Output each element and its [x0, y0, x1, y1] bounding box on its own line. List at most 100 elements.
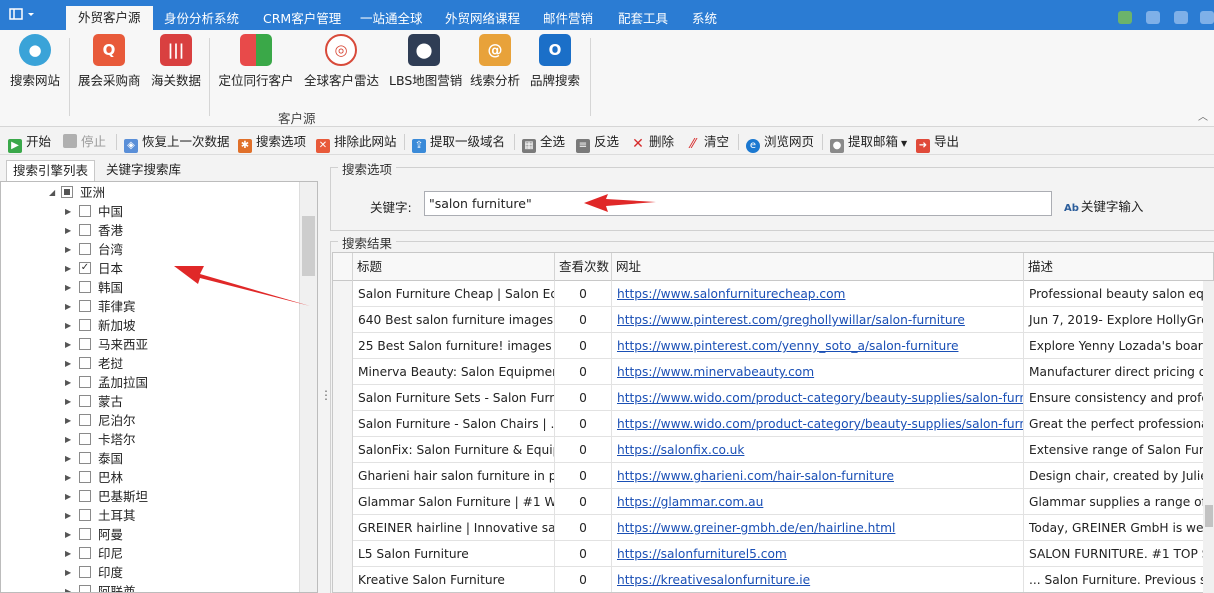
table-row[interactable]: Minerva Beauty: Salon Equipmen... 0 https:…: [333, 359, 1213, 385]
table-row[interactable]: Kreative Salon Furniture 0 https://kreativ…: [333, 567, 1213, 592]
tree-checkbox[interactable]: [79, 433, 91, 445]
row-indicator[interactable]: [333, 281, 353, 307]
table-row[interactable]: GREINER hairline | Innovative sal... 0 htt…: [333, 515, 1213, 541]
tree-node[interactable]: ▶ 巴基斯坦: [1, 487, 299, 506]
tree-checkbox[interactable]: [79, 452, 91, 464]
tree-node[interactable]: ▶ 阿曼: [1, 525, 299, 544]
start-button[interactable]: ▶ 开始: [8, 133, 51, 153]
table-row[interactable]: Salon Furniture Cheap | Salon Eq... 0 http…: [333, 281, 1213, 307]
cell-url[interactable]: https://www.wido.com/product-category/be…: [612, 411, 1024, 437]
tree-node[interactable]: ▶ 马来西亚: [1, 335, 299, 354]
row-indicator[interactable]: [333, 515, 353, 541]
expand-arrow-icon[interactable]: ▶: [65, 278, 71, 297]
tab-keyword-library[interactable]: 关键字搜索库: [100, 160, 187, 181]
tree-checkbox[interactable]: [79, 319, 91, 331]
tree-scrollbar-thumb[interactable]: [302, 216, 315, 276]
expand-arrow-icon[interactable]: ▶: [65, 449, 71, 468]
expand-arrow-icon[interactable]: ▶: [65, 335, 71, 354]
expand-arrow-icon[interactable]: ▶: [65, 297, 71, 316]
cell-url[interactable]: https://www.pinterest.com/yenny_soto_a/s…: [612, 333, 1024, 359]
tree-node[interactable]: ▶ 尼泊尔: [1, 411, 299, 430]
tree-node[interactable]: ▶ 孟加拉国: [1, 373, 299, 392]
tree-checkbox[interactable]: [79, 566, 91, 578]
tab-crm[interactable]: CRM客户管理: [251, 8, 353, 30]
brand-search-button[interactable]: O 品牌搜索: [530, 34, 580, 89]
row-indicator[interactable]: [333, 567, 353, 592]
tree-node[interactable]: ▶ 印度: [1, 563, 299, 582]
export-button[interactable]: ➜ 导出: [916, 133, 959, 153]
help-icon[interactable]: [1200, 11, 1214, 24]
tab-email-marketing[interactable]: 邮件营销: [531, 8, 605, 30]
lead-analysis-button[interactable]: @ 线索分析: [470, 34, 520, 89]
expand-arrow-icon[interactable]: ▶: [65, 316, 71, 335]
tree-scrollbar[interactable]: [299, 182, 317, 592]
row-indicator[interactable]: [333, 307, 353, 333]
tree-checkbox[interactable]: [79, 243, 91, 255]
expanded-arrow-icon[interactable]: ◢: [49, 183, 55, 202]
customs-data-button[interactable]: ||| 海关数据: [150, 34, 202, 89]
search-website-button[interactable]: ● 搜索网站: [10, 34, 60, 89]
message-icon[interactable]: [1146, 11, 1160, 24]
tree-node-asia[interactable]: ◢ 亚洲: [1, 183, 299, 202]
globe-icon[interactable]: [1118, 11, 1132, 24]
tree-checkbox[interactable]: [79, 471, 91, 483]
row-indicator[interactable]: [333, 359, 353, 385]
tree-node[interactable]: ▶ 阿联酋: [1, 582, 299, 592]
tree-checkbox[interactable]: [79, 509, 91, 521]
tree-checkbox[interactable]: ✓: [79, 262, 91, 274]
table-row[interactable]: L5 Salon Furniture 0 https://salonfurnitur…: [333, 541, 1213, 567]
table-row[interactable]: Gharieni hair salon furniture in pa... 0 h…: [333, 463, 1213, 489]
table-row[interactable]: Salon Furniture Sets - Salon Furn... 0 htt…: [333, 385, 1213, 411]
locate-peers-button[interactable]: 定位同行客户: [218, 34, 294, 89]
tree-checkbox[interactable]: [79, 414, 91, 426]
tree-checkbox[interactable]: [79, 376, 91, 388]
row-indicator[interactable]: [333, 411, 353, 437]
expand-arrow-icon[interactable]: ▶: [65, 392, 71, 411]
tab-tools[interactable]: 配套工具: [606, 8, 680, 30]
expand-arrow-icon[interactable]: ▶: [65, 202, 71, 221]
tree-checkbox[interactable]: [79, 281, 91, 293]
cell-url[interactable]: https://www.wido.com/product-category/be…: [612, 385, 1024, 411]
row-indicator[interactable]: [333, 437, 353, 463]
expand-arrow-icon[interactable]: ▶: [65, 373, 71, 392]
invert-selection-button[interactable]: ≡ 反选: [576, 133, 619, 153]
cell-url[interactable]: https://salonfurniturel5.com: [612, 541, 1024, 567]
tab-system[interactable]: 系统: [680, 8, 729, 30]
tab-courses[interactable]: 外贸网络课程: [433, 8, 532, 30]
tree-node[interactable]: ▶ 台湾: [1, 240, 299, 259]
column-header-title[interactable]: 标题: [353, 253, 555, 281]
info-icon[interactable]: [1174, 11, 1188, 24]
column-header-url[interactable]: 网址: [612, 253, 1024, 281]
tree-node[interactable]: ▶ ✓ 日本: [1, 259, 299, 278]
column-header-views[interactable]: 查看次数: [555, 253, 612, 281]
cell-url[interactable]: https://www.greiner-gmbh.de/en/hairline.…: [612, 515, 1024, 541]
global-radar-button[interactable]: ◎ 全球客户雷达: [304, 34, 379, 89]
tree-checkbox[interactable]: [79, 205, 91, 217]
delete-button[interactable]: ✕ 删除: [631, 133, 674, 151]
keyword-input[interactable]: "salon furniture": [424, 191, 1052, 216]
ribbon-collapse-icon[interactable]: ︿: [1198, 108, 1208, 123]
browse-button[interactable]: e 浏览网页: [746, 133, 814, 153]
tree-node[interactable]: ▶ 蒙古: [1, 392, 299, 411]
restore-button[interactable]: ◈ 恢复上一次数据: [124, 133, 230, 153]
extract-domain-button[interactable]: ⇪ 提取一级域名: [412, 133, 505, 153]
cell-url[interactable]: https://salonfix.co.uk: [612, 437, 1024, 463]
row-indicator[interactable]: [333, 333, 353, 359]
expand-arrow-icon[interactable]: ▶: [65, 240, 71, 259]
exclude-site-button[interactable]: ✕ 排除此网站: [316, 133, 397, 153]
cell-url[interactable]: https://glammar.com.au: [612, 489, 1024, 515]
tree-checkbox[interactable]: [79, 528, 91, 540]
cell-url[interactable]: https://www.minervabeauty.com: [612, 359, 1024, 385]
table-row[interactable]: 640 Best salon furniture images i... 0 htt…: [333, 307, 1213, 333]
tree-checkbox[interactable]: [79, 300, 91, 312]
cell-url[interactable]: https://www.gharieni.com/hair-salon-furn…: [612, 463, 1024, 489]
expand-arrow-icon[interactable]: ▶: [65, 582, 71, 592]
tree-node[interactable]: ▶ 巴林: [1, 468, 299, 487]
tree-node[interactable]: ▶ 香港: [1, 221, 299, 240]
table-row[interactable]: Glammar Salon Furniture | #1 W... 0 https:…: [333, 489, 1213, 515]
tree-node[interactable]: ▶ 印尼: [1, 544, 299, 563]
tab-search-engine-list[interactable]: 搜索引擎列表: [6, 160, 96, 181]
expand-arrow-icon[interactable]: ▶: [65, 563, 71, 582]
tree-node[interactable]: ▶ 泰国: [1, 449, 299, 468]
tab-one-stop-global[interactable]: 一站通全球: [348, 8, 435, 30]
